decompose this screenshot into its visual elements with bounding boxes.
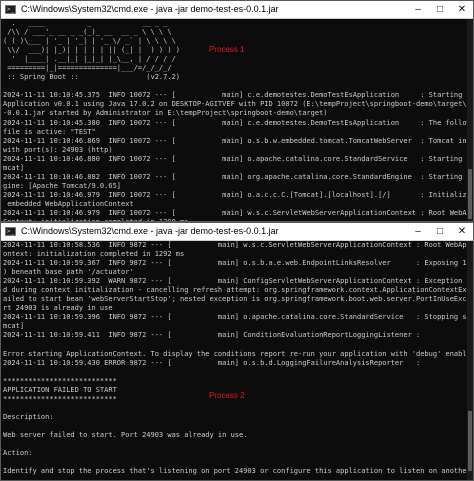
console-window-process-2[interactable]: >_ C:\Windows\System32\cmd.exe - java -j… — [0, 222, 474, 481]
cmd-console-icon: >_ — [5, 227, 16, 236]
minimize-icon[interactable]: – — [407, 223, 429, 240]
console-line: =========|_|==============|___/=/_/_/_/ — [3, 64, 172, 73]
process-annotation: Process 2 — [209, 391, 245, 400]
console-line: ) beneath base path '/actuator' — [3, 268, 134, 277]
maximize-icon[interactable]: □ — [429, 223, 451, 240]
cmd-console-icon: >_ — [5, 5, 16, 14]
console-line: 2024-11-11 10:10:58.536 INFO 9872 --- [ … — [3, 241, 474, 249]
window-titlebar[interactable]: >_ C:\Windows\System32\cmd.exe - java -j… — [1, 1, 473, 19]
console-line: gine: [Apache Tomcat/9.0.65] — [3, 181, 122, 190]
console-line: embedded WebApplicationContext — [3, 199, 134, 208]
console-line: with port(s): 24903 (http) — [3, 145, 113, 154]
console-line: Action: — [3, 449, 33, 458]
scrollbar[interactable] — [467, 241, 473, 480]
window-title: C:\Windows\System32\cmd.exe - java -jar … — [21, 226, 279, 236]
console-line: 2024-11-11 10:10:45.375 INFO 10072 --- [… — [3, 91, 474, 100]
console-line: rt 24903 is already in use — [3, 304, 113, 313]
console-line: . ____ _ __ _ _ — [3, 19, 168, 27]
console-line: 2024-11-11 10:10:46.882 INFO 10072 --- [… — [3, 172, 474, 181]
console-line: Error starting ApplicationContext. To di… — [3, 349, 474, 358]
console-line: 2024-11-11 10:10:59.392 WARN 9872 --- [ … — [3, 277, 474, 286]
console-line: Application v0.0.1 using Java 17.0.2 on … — [3, 100, 474, 109]
close-icon[interactable]: ✕ — [451, 1, 473, 18]
console-line: 2024-11-11 10:10:46.869 INFO 10072 --- [… — [3, 136, 474, 145]
maximize-icon[interactable]: □ — [429, 1, 451, 18]
console-line: Web server failed to start. Port 24903 w… — [3, 430, 248, 439]
console-line: Identify and stop the process that's lis… — [3, 467, 474, 476]
console-line: 2024-11-11 10:10:59.367 INFO 9872 --- [ … — [3, 259, 474, 268]
console-line: -0.0.1.jar started by Administrator in E… — [3, 109, 328, 118]
console-line: file is active: "TEST" — [3, 127, 96, 136]
console-window-process-1[interactable]: >_ C:\Windows\System32\cmd.exe - java -j… — [0, 0, 474, 222]
console-line: :: Spring Boot :: (v2.7.2) — [3, 73, 181, 82]
minimize-icon[interactable]: – — [407, 1, 429, 18]
console-line: 2024-11-11 10:10:46.880 INFO 10072 --- [… — [3, 154, 474, 163]
console-line: 2024-11-11 10:10:59.396 INFO 9872 --- [ … — [3, 313, 474, 322]
console-line: /\\ / ___'_ __ _ _(_)_ __ __ _ \ \ \ \ — [3, 28, 172, 37]
console-line: mcat] — [3, 163, 25, 172]
scrollbar-thumb[interactable] — [468, 169, 472, 219]
console-line: ontext: initialization completed in 1292… — [3, 250, 185, 259]
window-titlebar[interactable]: >_ C:\Windows\System32\cmd.exe - java -j… — [1, 223, 473, 241]
process-annotation: Process 1 — [209, 45, 245, 54]
console-line: ailed to start bean 'webServerStartStop'… — [3, 295, 474, 304]
window-title: C:\Windows\System32\cmd.exe - java -jar … — [21, 4, 279, 14]
console-line: d during context initialization - cancel… — [3, 286, 474, 295]
console-output[interactable]: 2024-11-11 10:10:58.536 INFO 9872 --- [ … — [1, 241, 473, 476]
close-icon[interactable]: ✕ — [451, 223, 473, 240]
scrollbar[interactable] — [467, 19, 473, 221]
console-line: 2024-11-11 10:10:45.380 INFO 10072 --- [… — [3, 118, 474, 127]
console-line: 2024-11-11 10:10:46.979 INFO 10072 --- [… — [3, 190, 474, 199]
console-line: Description: — [3, 412, 54, 421]
console-line: 2024-11-11 10:10:59.430 ERROR 9872 --- [… — [3, 358, 421, 367]
console-line: 2024-11-11 10:10:46.979 INFO 10072 --- [… — [3, 208, 474, 217]
console-line: ' |____| .__|_| |_|_| |_\__, | / / / / — [3, 55, 176, 64]
console-line: *************************** — [3, 376, 117, 385]
scrollbar-thumb[interactable] — [468, 411, 472, 471]
console-line: mcat] — [3, 322, 25, 331]
console-line: 2024-11-11 10:10:59.411 INFO 9872 --- [ … — [3, 331, 421, 340]
